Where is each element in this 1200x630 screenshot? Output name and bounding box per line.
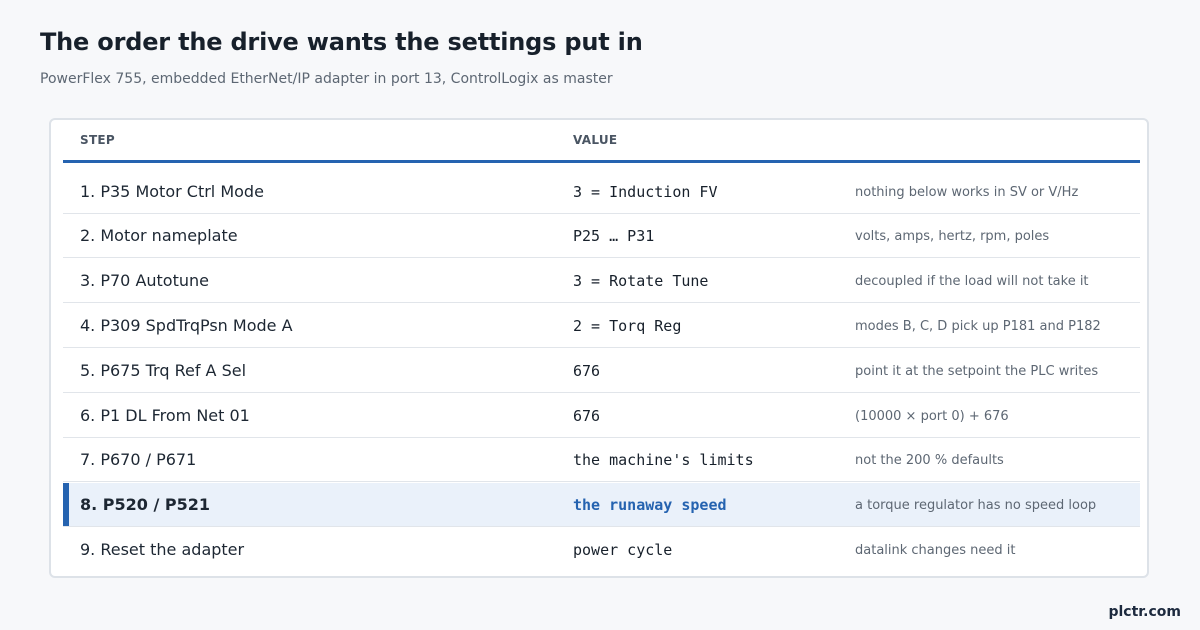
table-header: STEP VALUE	[63, 120, 1140, 163]
column-header-step: STEP	[80, 133, 116, 147]
step-value: the machine's limits	[573, 451, 754, 469]
table-row: 6. P1 DL From Net 01 676 (10000 × port 0…	[63, 394, 1140, 438]
step-label: 1. P35 Motor Ctrl Mode	[80, 182, 264, 201]
step-note: modes B, C, D pick up P181 and P182	[855, 319, 1101, 334]
step-note: nothing below works in SV or V/Hz	[855, 185, 1079, 200]
step-note: volts, amps, hertz, rpm, poles	[855, 229, 1050, 244]
step-label: 2. Motor nameplate	[80, 226, 238, 245]
step-value: the runaway speed	[573, 496, 727, 514]
step-note: a torque regulator has no speed loop	[855, 498, 1097, 513]
page-subtitle: PowerFlex 755, embedded EtherNet/IP adap…	[40, 71, 613, 87]
step-note: datalink changes need it	[855, 543, 1016, 558]
page-title: The order the drive wants the settings p…	[40, 28, 643, 56]
step-value: 3 = Rotate Tune	[573, 272, 709, 290]
step-label: 5. P675 Trq Ref A Sel	[80, 361, 247, 380]
table-row: 2. Motor nameplate P25 … P31 volts, amps…	[63, 214, 1140, 258]
table-row: 3. P70 Autotune 3 = Rotate Tune decouple…	[63, 259, 1140, 303]
step-note: (10000 × port 0) + 676	[855, 409, 1009, 424]
step-value: 2 = Torq Reg	[573, 317, 682, 335]
step-label: 3. P70 Autotune	[80, 271, 209, 290]
step-value: 3 = Induction FV	[573, 183, 718, 201]
table-row: 5. P675 Trq Ref A Sel 676 point it at th…	[63, 349, 1140, 393]
step-label: 6. P1 DL From Net 01	[80, 406, 250, 425]
step-value: power cycle	[573, 541, 673, 559]
step-value: 676	[573, 407, 601, 425]
step-label: 7. P670 / P671	[80, 450, 197, 469]
step-value: P25 … P31	[573, 227, 655, 245]
step-note: point it at the setpoint the PLC writes	[855, 364, 1099, 379]
table-row: 4. P309 SpdTrqPsn Mode A 2 = Torq Reg mo…	[63, 304, 1140, 348]
table-row: 7. P670 / P671 the machine's limits not …	[63, 438, 1140, 482]
step-note: decoupled if the load will not take it	[855, 274, 1089, 289]
step-label: 4. P309 SpdTrqPsn Mode A	[80, 316, 293, 335]
step-value: 676	[573, 362, 601, 380]
column-header-value: VALUE	[573, 133, 618, 147]
step-label: 9. Reset the adapter	[80, 540, 245, 559]
table-row: 1. P35 Motor Ctrl Mode 3 = Induction FV …	[63, 170, 1140, 214]
settings-table: STEP VALUE 1. P35 Motor Ctrl Mode 3 = In…	[49, 118, 1149, 578]
step-label: 8. P520 / P521	[80, 495, 211, 514]
table-row: 9. Reset the adapter power cycle datalin…	[63, 528, 1140, 572]
step-note: not the 200 % defaults	[855, 453, 1004, 468]
brand-logo: plctr.com	[1108, 604, 1181, 620]
table-row-highlighted: 8. P520 / P521 the runaway speed a torqu…	[63, 483, 1140, 527]
